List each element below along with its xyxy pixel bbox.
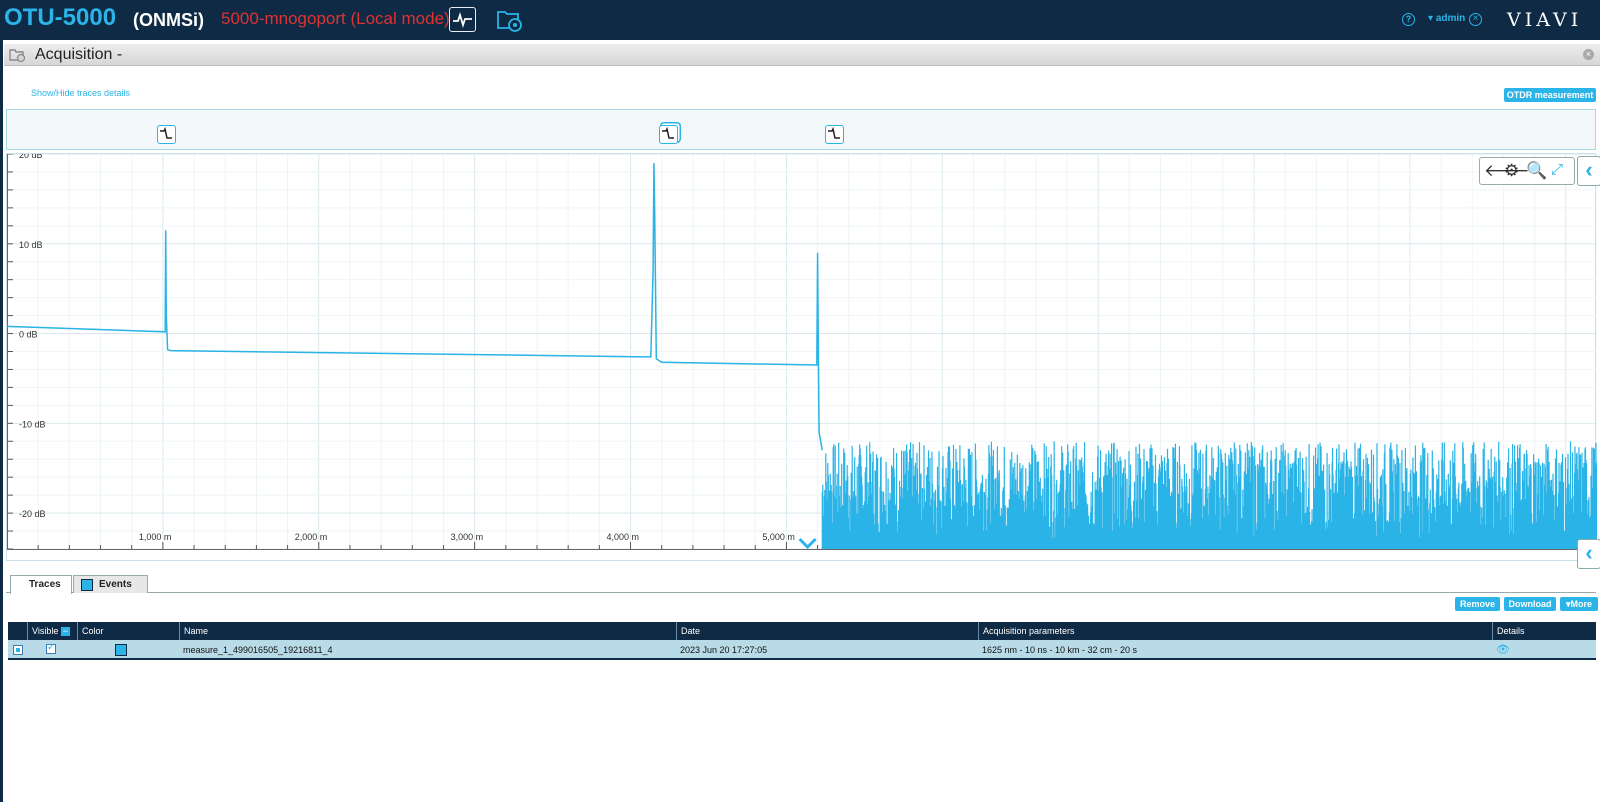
- col-details: Details: [1492, 622, 1596, 640]
- event-marker-end-icon[interactable]: [825, 125, 844, 144]
- brand-logo: VIAVI: [1507, 9, 1583, 31]
- x-tick-label: 2,000 m: [295, 532, 328, 542]
- left-border: [0, 40, 3, 802]
- tab-traces-label: Traces: [29, 579, 61, 590]
- more-button[interactable]: ▾More: [1560, 597, 1598, 611]
- user-menu[interactable]: ▾ admin: [1428, 13, 1465, 24]
- table-header: Visible − Color Name Date Acquisition pa…: [8, 622, 1596, 640]
- col-name[interactable]: Name: [179, 622, 676, 640]
- close-icon[interactable]: ×: [1583, 49, 1594, 60]
- otdr-measurement-button[interactable]: OTDR measurement: [1504, 88, 1596, 102]
- app-subtitle: (ONMSi): [133, 10, 204, 30]
- config-folder-button[interactable]: [496, 6, 524, 34]
- otdr-chart[interactable]: 20 dB 10 dB 0 dB -10 dB -20 dB 1,000 m 2,000 m…: [6, 153, 1597, 562]
- row-visible-checkbox[interactable]: ✓: [46, 642, 56, 654]
- panel-title: Acquisition -: [35, 46, 123, 63]
- help-icon[interactable]: ?: [1402, 13, 1415, 26]
- monitoring-button[interactable]: [449, 7, 476, 32]
- end-marker-chevron-icon[interactable]: [798, 537, 817, 550]
- y-tick-label: 10 dB: [19, 240, 43, 250]
- panel-header: Acquisition - ×: [4, 44, 1600, 66]
- top-header: OTU-5000 (ONMSi) 5000-mnogoport (Local m…: [0, 0, 1600, 40]
- x-tick-label: 1,000 m: [139, 532, 172, 542]
- x-tick-label: 3,000 m: [451, 532, 484, 542]
- x-tick-label: 5,000 m: [762, 532, 795, 542]
- trace-line: [7, 162, 824, 451]
- events-color-icon: [81, 579, 93, 591]
- y-tick-label: -20 dB: [19, 509, 46, 519]
- logout-icon[interactable]: ×: [1469, 13, 1482, 26]
- table-row[interactable]: ✓ measure_1_499016505_19216811_4 2023 Ju…: [8, 640, 1596, 660]
- tab-traces[interactable]: Traces: [10, 575, 72, 594]
- col-acquisition-params[interactable]: Acquisition parameters: [978, 622, 1492, 640]
- x-tick-label: 4,000 m: [607, 532, 640, 542]
- tabs-divider: [6, 592, 1596, 593]
- folder-gear-icon: [497, 11, 522, 32]
- trace-date: 2023 Jun 20 17:27:05: [680, 645, 768, 655]
- chevron-left-icon-bottom[interactable]: ‹: [1577, 539, 1600, 569]
- event-marker-multiple-icon[interactable]: [659, 125, 678, 144]
- otdr-trace-plot[interactable]: 20 dB 10 dB 0 dB -10 dB -20 dB 1,000 m 2,000 m…: [7, 154, 1597, 562]
- traces-table: Visible − Color Name Date Acquisition pa…: [8, 622, 1596, 664]
- event-marker-reflective-icon[interactable]: [157, 125, 176, 144]
- remove-button[interactable]: Remove: [1455, 597, 1500, 611]
- col-date[interactable]: Date: [676, 622, 978, 640]
- collapse-minus-icon[interactable]: −: [60, 627, 70, 637]
- details-eye-icon[interactable]: 👁: [1496, 643, 1510, 656]
- download-button[interactable]: Download: [1504, 597, 1556, 611]
- user-name: admin: [1435, 13, 1466, 24]
- tab-events[interactable]: Events: [73, 575, 148, 593]
- y-tick-label: 0 dB: [19, 330, 38, 340]
- pulse-icon: [453, 12, 472, 28]
- acquisition-gear-icon: [9, 49, 26, 62]
- zoom-region-icon[interactable]: 🔍: [1526, 161, 1547, 181]
- app-title: OTU-5000: [4, 4, 117, 31]
- app-mode: 5000-mnogoport (Local mode): [221, 9, 450, 28]
- trace-name: measure_1_499016505_19216811_4: [183, 645, 333, 655]
- app-root: OTU-5000 (ONMSi) 5000-mnogoport (Local m…: [0, 0, 1600, 802]
- zoom-toolbar: 🡐 ⚙ 🔍 ⤢: [1479, 157, 1575, 185]
- trace-color-swatch[interactable]: [115, 644, 127, 656]
- y-tick-label: 20 dB: [19, 154, 43, 160]
- fit-expand-icon[interactable]: ⤢: [1551, 161, 1563, 178]
- zoom-gear-icon[interactable]: ⚙: [1504, 161, 1519, 181]
- event-strip: [6, 109, 1596, 150]
- trace-params: 1625 nm - 10 ns - 10 km - 32 cm - 20 s: [982, 645, 1138, 655]
- y-tick-label: -10 dB: [19, 419, 46, 429]
- col-color: Color: [77, 622, 179, 640]
- chevron-left-icon[interactable]: ‹: [1577, 156, 1600, 186]
- col-visible[interactable]: Visible −: [27, 622, 77, 640]
- tab-events-label: Events: [99, 579, 132, 590]
- show-hide-traces-link[interactable]: Show/Hide traces details: [31, 88, 130, 98]
- row-select-radio[interactable]: [13, 645, 23, 655]
